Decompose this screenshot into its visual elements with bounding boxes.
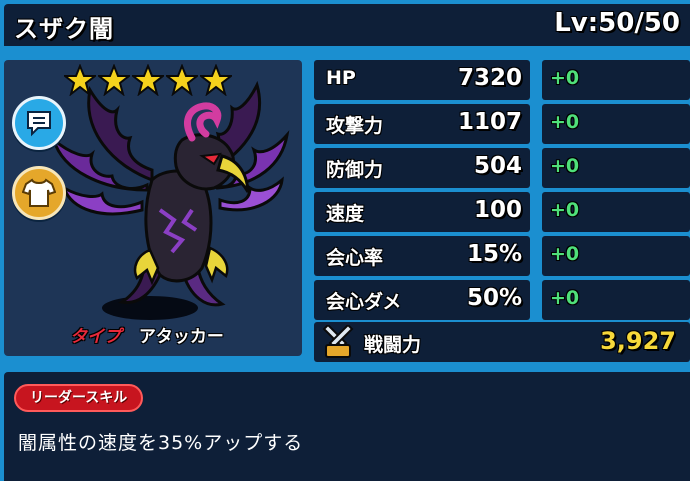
stat-box: 速度 100 <box>314 192 530 232</box>
stat-value: 50% <box>466 285 522 311</box>
stat-box: 会心ダメ 50% <box>314 280 530 320</box>
stat-value: 100 <box>473 197 522 223</box>
combat-power-row: 戦闘力 3,927 <box>314 322 690 362</box>
stat-row-speed: 速度 100 +0 <box>314 192 690 232</box>
status-screen: スザク闇 Lv:50/50 タイプ アタッカー HP 7320 +0 攻撃力 1… <box>0 0 690 481</box>
stat-value: 504 <box>473 153 522 179</box>
bonus-box: +0 <box>542 60 690 100</box>
combat-power-value: 3,927 <box>600 327 676 355</box>
level-display: Lv:50/50 <box>554 8 680 38</box>
stat-bonus: +0 <box>550 111 580 133</box>
leader-skill-tag: リーダースキル <box>14 384 144 412</box>
character-panel: タイプ アタッカー <box>4 60 302 356</box>
speech-bubble-icon <box>27 111 51 137</box>
stat-row-defense: 防御力 504 +0 <box>314 148 690 188</box>
stat-bonus: +0 <box>550 243 580 265</box>
type-label: タイプ <box>70 327 121 347</box>
stat-box: 防御力 504 <box>314 148 530 188</box>
stat-label: 防御力 <box>326 159 384 181</box>
stat-label: 会心ダメ <box>326 291 402 313</box>
stat-bonus: +0 <box>550 199 580 221</box>
bonus-box: +0 <box>542 148 690 188</box>
stat-label: 攻撃力 <box>326 115 384 137</box>
bonus-box: +0 <box>542 192 690 232</box>
stat-row-attack: 攻撃力 1107 +0 <box>314 104 690 144</box>
crossed-swords-icon <box>322 325 354 358</box>
stat-label: 会心率 <box>326 247 384 269</box>
stat-bonus: +0 <box>550 155 580 177</box>
bonus-box: +0 <box>542 104 690 144</box>
star-icon <box>98 64 130 96</box>
combat-power-label: 戦闘力 <box>364 334 422 356</box>
star-icon <box>132 64 164 96</box>
equipment-button[interactable] <box>12 166 66 220</box>
leader-skill-description: 闇属性の速度を35%アップする <box>18 432 304 454</box>
stat-box: HP 7320 <box>314 60 530 100</box>
bonus-box: +0 <box>542 236 690 276</box>
type-value: アタッカー <box>138 327 224 347</box>
stat-label: HP <box>326 67 356 89</box>
stat-row-crit-damage: 会心ダメ 50% +0 <box>314 280 690 320</box>
shirt-icon <box>22 178 56 207</box>
stat-bonus: +0 <box>550 67 580 89</box>
stat-box: 攻撃力 1107 <box>314 104 530 144</box>
character-name: スザク闇 <box>14 15 114 43</box>
header-bar: スザク闇 Lv:50/50 <box>4 4 690 46</box>
star-icon <box>166 64 198 96</box>
stat-value: 15% <box>466 241 522 267</box>
profile-button[interactable] <box>12 96 66 150</box>
stat-box: 会心率 15% <box>314 236 530 276</box>
stat-bonus: +0 <box>550 287 580 309</box>
stat-row-hp: HP 7320 +0 <box>314 60 690 100</box>
stat-value: 7320 <box>457 65 522 91</box>
bonus-box: +0 <box>542 280 690 320</box>
creature-image <box>51 80 290 320</box>
stat-row-crit-rate: 会心率 15% +0 <box>314 236 690 276</box>
star-icon <box>64 64 96 96</box>
rarity-stars <box>64 64 232 96</box>
type-row: タイプ アタッカー <box>70 322 224 347</box>
star-icon <box>200 64 232 96</box>
stat-value: 1107 <box>457 109 522 135</box>
stat-label: 速度 <box>326 203 365 225</box>
leader-skill-panel: リーダースキル 闇属性の速度を35%アップする <box>4 372 690 481</box>
